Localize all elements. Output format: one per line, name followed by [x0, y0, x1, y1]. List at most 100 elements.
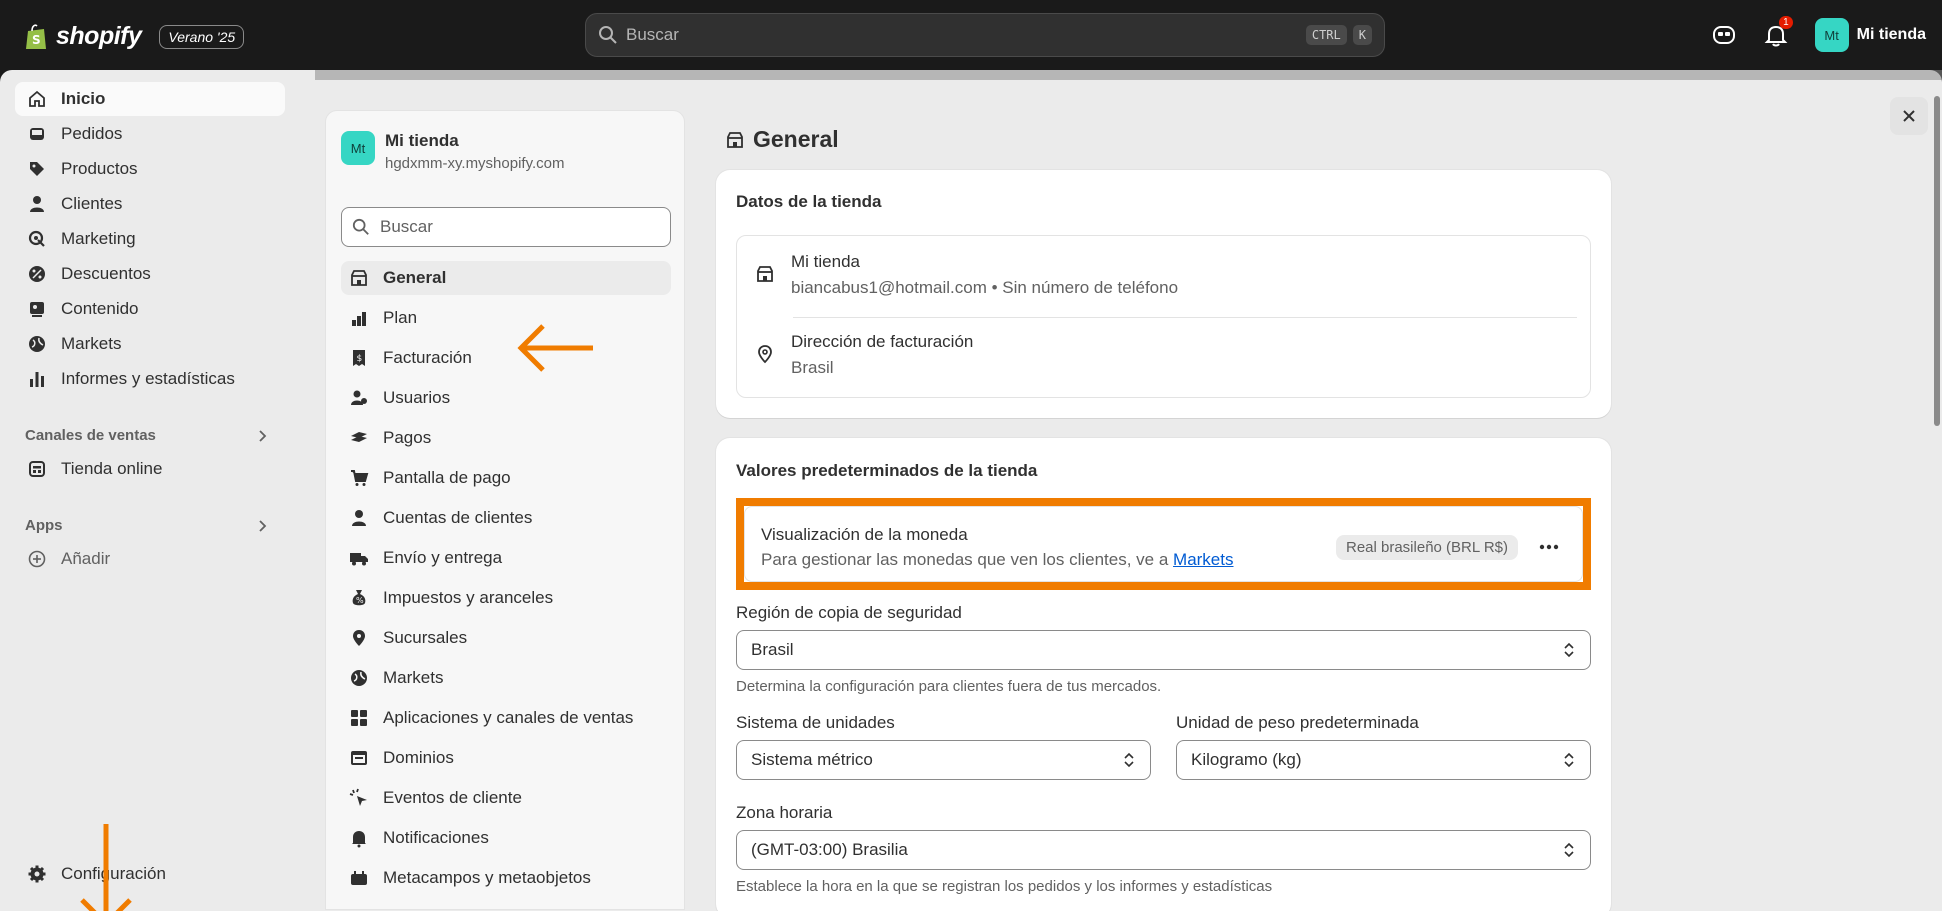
settings-item-dominios[interactable]: Dominios: [341, 741, 671, 775]
settings-item-pantalla-de-pago[interactable]: Pantalla de pago: [341, 461, 671, 495]
settings-item-aplicaciones[interactable]: Aplicaciones y canales de ventas: [341, 701, 671, 735]
store-name: Mi tienda: [385, 131, 459, 150]
nav-label: Tienda online: [61, 459, 163, 478]
settings-item-label: Markets: [383, 668, 444, 687]
select-arrows-icon: [1564, 842, 1574, 858]
backup-region-select[interactable]: Brasil: [736, 630, 1591, 670]
chart-icon: [30, 372, 44, 387]
tax-icon: %: [352, 590, 366, 606]
nav-item-add-app[interactable]: Añadir: [15, 542, 285, 576]
card-title: Valores predeterminados de la tienda: [736, 461, 1038, 480]
currency-badge: Real brasileño (BRL R$): [1335, 535, 1518, 560]
settings-item-label: Cuentas de clientes: [383, 508, 533, 527]
home-icon: [29, 90, 45, 107]
settings-item-notificaciones[interactable]: Notificaciones: [341, 821, 671, 855]
nav-item-contenido[interactable]: Contenido: [15, 292, 285, 326]
settings-item-markets[interactable]: Markets: [341, 661, 671, 695]
settings-search-input[interactable]: Buscar: [341, 207, 671, 247]
sidekick-button[interactable]: [1711, 22, 1737, 48]
currency-more-button[interactable]: [1534, 533, 1564, 561]
weight-select[interactable]: Kilogramo (kg): [1176, 740, 1591, 780]
globe-icon: [29, 336, 45, 352]
nav-item-markets[interactable]: Markets: [15, 327, 285, 361]
global-search[interactable]: Buscar CTRL K: [585, 13, 1385, 57]
store-icon: [757, 266, 773, 282]
search-placeholder: Buscar: [626, 25, 679, 44]
nav-item-inicio[interactable]: Inicio: [15, 82, 285, 116]
units-label: Sistema de unidades: [736, 713, 895, 732]
settings-item-cuentas-de-clientes[interactable]: Cuentas de clientes: [341, 501, 671, 535]
apps-icon: [351, 710, 367, 726]
store-defaults-card: Valores predeterminados de la tienda Vis…: [716, 438, 1611, 911]
currency-desc-text: Para gestionar las monedas que ven los c…: [761, 550, 1169, 569]
svg-text:$: $: [357, 354, 363, 364]
nav-item-configuracion[interactable]: Configuración: [15, 857, 285, 891]
nav-item-productos[interactable]: Productos: [15, 152, 285, 186]
settings-item-general[interactable]: General: [341, 261, 671, 295]
shortcut-ctrl: CTRL: [1305, 25, 1347, 45]
nav-label: Productos: [61, 159, 138, 178]
billing-address-row[interactable]: Dirección de facturación Brasil: [755, 332, 973, 378]
nav-label: Clientes: [61, 194, 123, 213]
metafields-icon: [351, 871, 367, 885]
nav-label: Markets: [61, 334, 122, 353]
card-title: Datos de la tienda: [736, 192, 882, 211]
main-frame: Inicio Pedidos Productos Clientes Market…: [0, 70, 1942, 911]
settings-item-eventos[interactable]: Eventos de cliente: [341, 781, 671, 815]
settings-item-label: General: [383, 268, 447, 287]
settings-item-metacampos[interactable]: Metacampos y metaobjetos: [341, 861, 671, 895]
nav-item-marketing[interactable]: Marketing: [15, 222, 285, 256]
markets-link[interactable]: Markets: [1173, 550, 1233, 569]
image-icon: [30, 302, 44, 317]
avatar: Mt: [1814, 18, 1849, 52]
currency-title: Visualización de la moneda: [761, 525, 968, 544]
domain-icon: [351, 751, 367, 765]
settings-item-label: Envío y entrega: [383, 548, 503, 567]
inbox-icon: [30, 128, 44, 140]
apps-section[interactable]: Apps: [25, 517, 270, 534]
nav-item-descuentos[interactable]: Descuentos: [15, 257, 285, 291]
shopify-logo[interactable]: S shopify Verano '25: [24, 22, 245, 51]
person-icon: [30, 196, 44, 212]
user-menu[interactable]: Mt Mi tienda: [1814, 18, 1926, 52]
billing-label: Dirección de facturación: [791, 332, 974, 351]
cart-icon: [351, 470, 369, 486]
notifications-button[interactable]: 1: [1763, 16, 1793, 48]
settings-item-label: Eventos de cliente: [383, 788, 522, 807]
store-data-box: Mi tienda biancabus1@hotmail.com • Sin n…: [736, 235, 1591, 398]
units-select[interactable]: Sistema métrico: [736, 740, 1151, 780]
store-contact-row[interactable]: Mi tienda biancabus1@hotmail.com • Sin n…: [755, 252, 1178, 298]
divider: [793, 317, 1577, 318]
discount-icon: [29, 266, 45, 282]
vertical-scrollbar[interactable]: [1934, 96, 1940, 426]
nav-item-tienda-online[interactable]: Tienda online: [15, 452, 285, 486]
settings-item-label: Impuestos y aranceles: [383, 588, 554, 607]
store-name: Mi tienda: [791, 252, 860, 271]
settings-item-usuarios[interactable]: Usuarios: [341, 381, 671, 415]
settings-item-plan[interactable]: Plan: [341, 301, 671, 335]
settings-item-envio[interactable]: Envío y entrega: [341, 541, 671, 575]
annotation-arrow-left-icon: [517, 324, 593, 372]
nav-item-pedidos[interactable]: Pedidos: [15, 117, 285, 151]
close-button[interactable]: [1890, 97, 1928, 135]
settings-item-sucursales[interactable]: Sucursales: [341, 621, 671, 655]
store-header[interactable]: Mt Mi tienda hgdxmm-xy.myshopify.com: [341, 131, 564, 172]
settings-item-label: Metacampos y metaobjetos: [383, 868, 591, 887]
sales-channels-section[interactable]: Canales de ventas: [25, 427, 270, 444]
sidekick-icon: [1712, 26, 1735, 44]
annotation-arrow-down-icon: [80, 824, 132, 911]
storefront-icon: [29, 461, 45, 477]
nav-item-informes[interactable]: Informes y estadísticas: [15, 362, 285, 396]
settings-sidebar: Mt Mi tienda hgdxmm-xy.myshopify.com Bus…: [325, 110, 685, 910]
top-bar: S shopify Verano '25 Buscar CTRL K 1 Mt …: [0, 0, 1942, 70]
settings-item-pagos[interactable]: Pagos: [341, 421, 671, 455]
search-icon: [352, 218, 369, 235]
settings-item-impuestos[interactable]: % Impuestos y aranceles: [341, 581, 671, 615]
settings-item-facturacion[interactable]: $ Facturación: [341, 341, 671, 375]
nav-item-clientes[interactable]: Clientes: [15, 187, 285, 221]
tag-icon: [30, 162, 44, 176]
target-icon: [28, 230, 45, 247]
timezone-select[interactable]: (GMT-03:00) Brasilia: [736, 830, 1591, 870]
notification-count: 1: [1779, 16, 1793, 29]
edition-badge[interactable]: Verano '25: [159, 24, 245, 49]
